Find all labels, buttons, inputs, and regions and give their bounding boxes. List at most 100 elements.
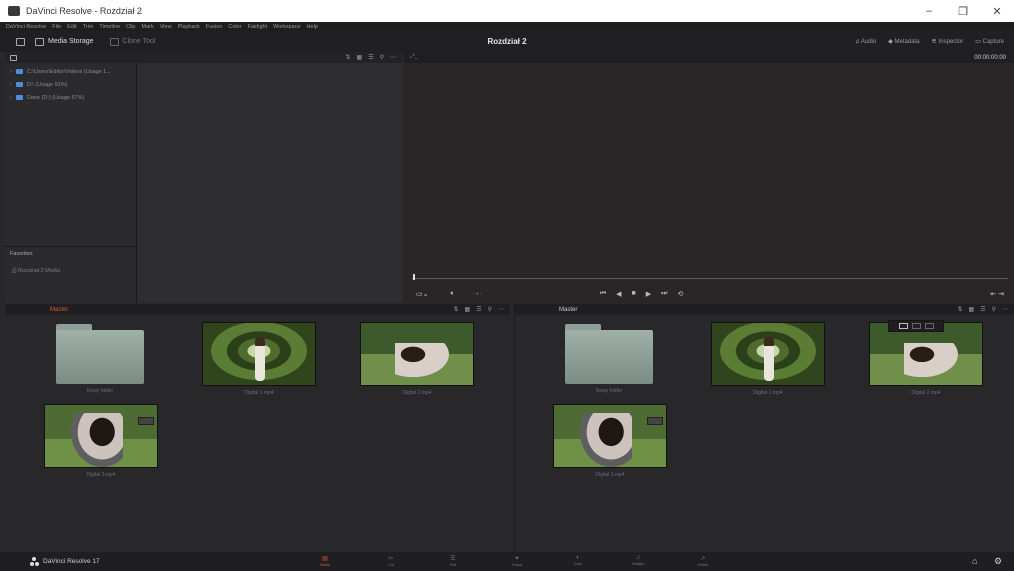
video-clip[interactable]: Digital 1.mp4 — [202, 322, 316, 396]
close-button[interactable]: ✕ — [980, 0, 1014, 22]
clip-badge — [647, 417, 663, 425]
folder-clip[interactable]: Nowy folder — [56, 324, 144, 394]
video-clip[interactable]: Digital 1.mp4 — [711, 322, 825, 396]
viewer-zoom-icon[interactable]: ⤢⌄ — [410, 54, 418, 61]
more-icon[interactable]: ⋯ — [498, 306, 504, 313]
search-icon[interactable]: ⚲ — [488, 306, 492, 313]
menu-mark[interactable]: Mark — [142, 24, 154, 30]
favorite-item[interactable]: ⎙ Rozdział 2 Media — [12, 268, 60, 275]
viewer-mode-icon[interactable]: ▭⌄ — [416, 290, 428, 298]
expand-icon[interactable]: › — [10, 69, 12, 75]
jog-icon[interactable]: ‹ ● › — [473, 291, 482, 297]
viewer-canvas[interactable] — [404, 63, 1014, 279]
menu-file[interactable]: File — [52, 24, 61, 30]
storage-volume[interactable]: › Dane (D:) (Usage 57%) — [6, 91, 136, 104]
page-fairlight-button[interactable]: ♫ Fairlight — [626, 555, 650, 569]
page-label: Color — [573, 562, 583, 566]
list-view-icon[interactable] — [911, 323, 921, 329]
volume-icon[interactable]: 🔈︎ — [450, 290, 454, 298]
video-clip[interactable]: Digital 2.mp4 — [360, 322, 474, 396]
metadata-button[interactable]: ◈ Metadata — [888, 38, 919, 45]
menu-help[interactable]: Help — [307, 24, 318, 30]
page-media-button[interactable]: ▤ Media — [313, 555, 337, 569]
menu-clip[interactable]: Clip — [126, 24, 135, 30]
audio-label: Audio — [860, 38, 877, 45]
media-storage-button[interactable]: Media Storage — [29, 35, 100, 49]
list-view-icon[interactable]: ☰ — [980, 306, 985, 313]
more-icon[interactable]: ⋯ — [390, 54, 396, 61]
go-to-start-button[interactable]: ⏮ — [600, 290, 606, 298]
clip-name: Digital 2.mp4 — [911, 390, 941, 396]
thumbnail-view-icon[interactable] — [898, 323, 908, 329]
page-fusion-button[interactable]: ✦ Fusion — [505, 555, 529, 569]
inspector-button[interactable]: ⚟ Inspector — [932, 38, 964, 45]
folder-icon — [56, 324, 144, 384]
menu-timeline[interactable]: Timeline — [99, 24, 120, 30]
playhead[interactable] — [413, 274, 415, 280]
menu-workspace[interactable]: Workspace — [273, 24, 300, 30]
favorite-item-label: Rozdział 2 Media — [17, 268, 61, 274]
drive-icon — [15, 82, 23, 87]
expand-icon[interactable]: › — [10, 95, 12, 101]
volume-label: D:\ (Usage 91%) — [26, 81, 68, 88]
expand-icon[interactable]: › — [10, 82, 12, 88]
video-clip[interactable]: Digital 3.mp4 — [553, 404, 667, 478]
sort-icon[interactable]: ⇅ — [454, 306, 459, 313]
viewer-scrubber[interactable] — [412, 278, 1008, 279]
list-view-icon[interactable]: ☰ — [476, 306, 481, 313]
inspector-label: Inspector — [938, 39, 964, 45]
media-storage-icon — [35, 37, 44, 46]
stop-button[interactable]: ■ — [632, 290, 636, 298]
menu-playback[interactable]: Playback — [178, 24, 200, 30]
minimize-button[interactable]: – — [912, 0, 946, 22]
grid-view-icon[interactable]: ▦ — [357, 54, 363, 61]
loop-button[interactable]: ⟲ — [677, 290, 683, 298]
more-icon[interactable]: ⋯ — [1002, 306, 1008, 313]
menu-trim[interactable]: Trim — [83, 24, 94, 30]
menu-fusion[interactable]: Fusion — [206, 24, 223, 30]
metadata-view-icon[interactable] — [924, 323, 934, 329]
storage-volume[interactable]: › C:\Users\Editor\Videos (Usage 1... — [6, 65, 136, 78]
sort-icon[interactable]: ⇅ — [346, 54, 351, 61]
video-clip[interactable]: Digital 3.mp4 — [44, 404, 158, 478]
sidebar-toggle-icon[interactable] — [10, 54, 17, 61]
panel-toggle-icon[interactable] — [16, 37, 25, 46]
menu-edit[interactable]: Edit — [67, 24, 76, 30]
menu-color[interactable]: Color — [228, 24, 241, 30]
play-reverse-button[interactable]: ◀ — [616, 290, 621, 298]
go-to-end-button[interactable]: ⏭ — [661, 290, 667, 298]
video-clip[interactable]: Digital 2.mp4 — [869, 322, 983, 396]
grid-view-icon[interactable]: ▦ — [465, 306, 471, 313]
audio-icon: ♫ — [855, 38, 860, 45]
grid-view-icon[interactable]: ▦ — [969, 306, 975, 313]
clip-thumbnail — [44, 404, 158, 468]
clone-tool-button[interactable]: Clone Tool — [104, 35, 162, 49]
mark-in-out-icons[interactable]: ⇤ ⇥ — [990, 290, 1004, 298]
home-icon[interactable]: ⌂ — [972, 556, 977, 566]
media-storage-panel: ⇅ ▦ ☰ ⚲ ⋯ › C:\Users\Editor\Videos (Usag… — [6, 52, 402, 303]
menu-davinci-resolve[interactable]: DaVinci Resolve — [6, 24, 46, 30]
list-view-icon[interactable]: ☰ — [368, 54, 373, 61]
storage-volume[interactable]: › D:\ (Usage 91%) — [6, 78, 136, 91]
page-edit-button[interactable]: ☰ Edit — [441, 555, 465, 569]
search-icon[interactable]: ⚲ — [992, 306, 996, 313]
page-color-button[interactable]: ◐ Color — [566, 555, 590, 569]
capture-icon: ▭ — [975, 39, 981, 45]
search-icon[interactable]: ⚲ — [380, 54, 384, 61]
clip-thumbnail — [553, 404, 667, 468]
menu-view[interactable]: View — [160, 24, 172, 30]
audio-button[interactable]: ♫ Audio — [855, 39, 876, 45]
play-button[interactable]: ▶ — [646, 290, 651, 298]
volume-label: C:\Users\Editor\Videos (Usage 1... — [26, 68, 111, 75]
settings-icon[interactable]: ⚙ — [994, 556, 1002, 567]
maximize-button[interactable]: ❐ — [946, 0, 980, 22]
page-deliver-button[interactable]: ➚ Deliver — [691, 555, 715, 569]
sort-icon[interactable]: ⇅ — [958, 306, 963, 313]
folder-clip[interactable]: Nowy folder — [565, 324, 653, 394]
menu-fairlight[interactable]: Fairlight — [248, 24, 268, 30]
capture-button[interactable]: ▭ Capture — [975, 38, 1004, 45]
drive-icon — [15, 69, 23, 74]
color-page-icon: ◐ — [576, 555, 580, 561]
page-cut-button[interactable]: ✂ Cut — [379, 555, 403, 569]
clip-name: Digital 2.mp4 — [402, 390, 432, 396]
